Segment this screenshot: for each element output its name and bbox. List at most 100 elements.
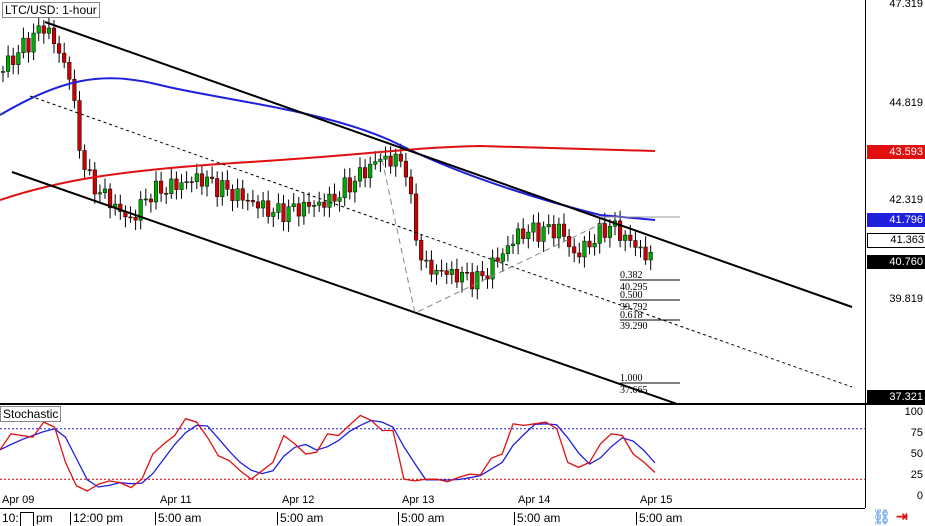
candle-body <box>572 246 577 254</box>
candle-body <box>521 228 526 239</box>
candle-body <box>643 246 648 261</box>
candle-body <box>582 240 587 258</box>
scroll-handle[interactable] <box>20 512 34 526</box>
candle-body <box>230 189 235 201</box>
candle-body <box>429 259 434 275</box>
candle-body <box>148 198 153 203</box>
candle-body <box>97 192 102 195</box>
candle-body <box>82 150 87 170</box>
candle-body <box>597 223 602 244</box>
candle-body <box>424 259 429 262</box>
time-label: pm <box>36 511 53 525</box>
price-label: 44.819 <box>889 97 923 109</box>
candle-body <box>128 216 133 219</box>
fib-price: 39.290 <box>620 321 648 332</box>
date-label: Apr 09 <box>2 494 35 506</box>
candle-body <box>0 71 6 73</box>
candle-body <box>301 202 306 217</box>
candle-body <box>296 203 301 217</box>
candle-body <box>541 226 546 242</box>
candle-body <box>245 199 250 202</box>
scroll-to-end-icon[interactable]: ⇥ <box>896 508 908 525</box>
time-label: 5:00 am <box>277 512 323 525</box>
candle-body <box>337 197 342 202</box>
candle-body <box>505 245 510 255</box>
candle-body <box>459 272 465 283</box>
candle-body <box>373 161 378 165</box>
candle-body <box>465 272 470 274</box>
candle-body <box>159 180 164 194</box>
candle-body <box>6 55 11 72</box>
stoch-label: 100 <box>904 406 923 418</box>
candle-body <box>317 201 322 206</box>
candle-body <box>255 201 261 209</box>
candle-body <box>87 169 92 171</box>
candle-body <box>92 169 97 195</box>
candle-body <box>41 25 46 34</box>
candle-body <box>648 252 653 261</box>
candle-body <box>347 177 352 193</box>
candle-body <box>179 182 184 190</box>
candle-body <box>342 177 347 199</box>
candle-body <box>240 188 245 201</box>
candle-body <box>26 37 31 53</box>
candle-body <box>628 234 633 241</box>
candle-body <box>556 223 561 239</box>
candle-body <box>332 193 337 202</box>
candle-body <box>194 173 199 183</box>
candle-body <box>363 167 368 179</box>
candle-body <box>77 100 82 151</box>
candle-body <box>215 178 220 197</box>
last-price-tag: 40.760 <box>867 255 925 269</box>
fib-ratio: 1.000 <box>620 373 643 384</box>
candle-body <box>266 200 271 217</box>
stoch-label: 25 <box>910 469 923 481</box>
price-label: 39.819 <box>889 293 923 305</box>
candle-body <box>16 52 21 65</box>
candle-body <box>286 206 291 223</box>
candle-body <box>623 234 628 241</box>
ma-red-line <box>0 144 656 201</box>
candle-body <box>475 271 480 290</box>
candle-body <box>210 176 215 179</box>
candle-body <box>587 240 592 248</box>
date-label: Apr 14 <box>518 494 551 506</box>
candle-body <box>204 176 210 187</box>
time-label: 10: <box>2 511 19 525</box>
candle-body <box>322 201 327 208</box>
date-label: Apr 15 <box>640 494 673 506</box>
stoch-label: 75 <box>910 427 923 439</box>
low-price-tag: 37.321 <box>867 390 925 404</box>
candle-body <box>398 153 403 162</box>
candle-body <box>419 239 424 261</box>
candle-body <box>291 203 296 207</box>
fib-ratio: 0.500 <box>620 290 643 301</box>
date-label: Apr 13 <box>402 494 435 506</box>
fib-ratio: 0.382 <box>620 270 643 281</box>
candle-body <box>516 228 521 245</box>
candle-body <box>102 188 108 193</box>
candle-body <box>408 176 414 195</box>
stochastic-chart[interactable] <box>0 405 865 508</box>
candle-body <box>199 173 204 187</box>
candle-body <box>352 180 357 193</box>
link-icon[interactable]: ⛓ <box>872 508 891 526</box>
candle-body <box>225 180 230 190</box>
fib-trend-line <box>379 149 606 314</box>
pane-divider[interactable] <box>0 403 925 405</box>
price-chart[interactable] <box>0 0 865 403</box>
candle-body <box>536 222 541 242</box>
candle-body <box>250 200 255 203</box>
candle-body <box>607 225 612 238</box>
ma-red-tag: 43.593 <box>867 145 925 159</box>
time-label: 5:00 am <box>514 512 560 525</box>
candle-body <box>174 178 179 190</box>
candle-body <box>403 160 408 178</box>
candle-body <box>480 271 485 277</box>
candle-body <box>454 268 459 283</box>
date-label: Apr 11 <box>160 494 192 506</box>
indicator-title[interactable]: Stochastic <box>0 406 62 422</box>
chart-title: LTC/USD: 1-hour <box>2 2 100 18</box>
candle-body <box>184 181 189 184</box>
candle-body <box>189 181 194 183</box>
